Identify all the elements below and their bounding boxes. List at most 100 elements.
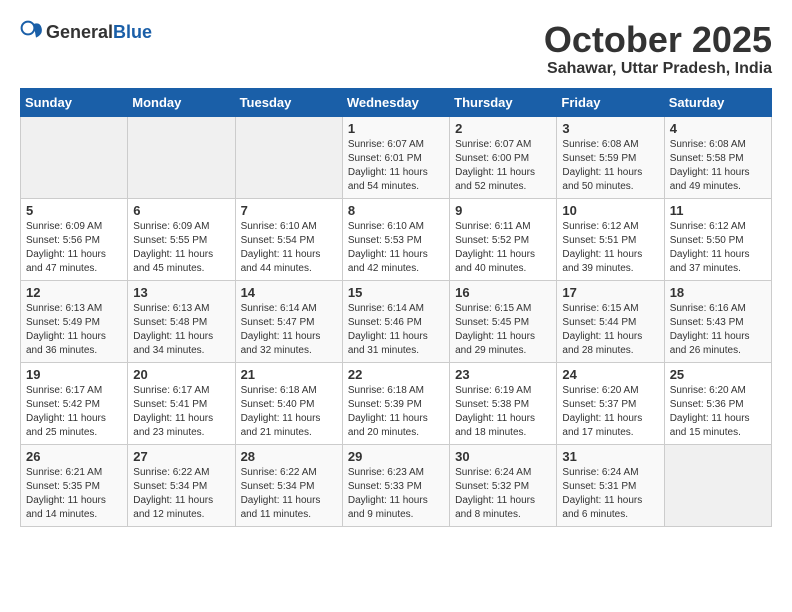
day-info: Sunrise: 6:14 AMSunset: 5:47 PMDaylight:… xyxy=(241,302,337,358)
calendar-cell: 3 Sunrise: 6:08 AMSunset: 5:59 PMDaylight… xyxy=(557,116,664,198)
day-number: 1 xyxy=(348,121,444,136)
weekday-header-friday: Friday xyxy=(557,88,664,116)
day-number: 26 xyxy=(26,449,122,464)
day-number: 30 xyxy=(455,449,551,464)
calendar-cell: 15 Sunrise: 6:14 AMSunset: 5:46 PMDayligh… xyxy=(342,280,449,362)
day-info: Sunrise: 6:18 AMSunset: 5:39 PMDaylight:… xyxy=(348,384,444,440)
day-number: 31 xyxy=(562,449,658,464)
weekday-header-wednesday: Wednesday xyxy=(342,88,449,116)
day-number: 19 xyxy=(26,367,122,382)
day-info: Sunrise: 6:07 AMSunset: 6:00 PMDaylight:… xyxy=(455,138,551,194)
calendar-cell xyxy=(128,116,235,198)
day-number: 29 xyxy=(348,449,444,464)
day-info: Sunrise: 6:22 AMSunset: 5:34 PMDaylight:… xyxy=(241,466,337,522)
calendar-cell: 8Sunrise: 6:10 AMSunset: 5:53 PMDaylight… xyxy=(342,198,449,280)
calendar-cell: 6 Sunrise: 6:09 AMSunset: 5:55 PMDaylight… xyxy=(128,198,235,280)
day-number: 20 xyxy=(133,367,229,382)
calendar-week-3: 12Sunrise: 6:13 AMSunset: 5:49 PMDayligh… xyxy=(21,280,772,362)
calendar-cell: 11 Sunrise: 6:12 AMSunset: 5:50 PMDayligh… xyxy=(664,198,771,280)
day-number: 10 xyxy=(562,203,658,218)
day-info: Sunrise: 6:18 AMSunset: 5:40 PMDaylight:… xyxy=(241,384,337,440)
day-info: Sunrise: 6:23 AMSunset: 5:33 PMDaylight:… xyxy=(348,466,444,522)
day-info: Sunrise: 6:17 AMSunset: 5:41 PMDaylight:… xyxy=(133,384,229,440)
day-number: 25 xyxy=(670,367,766,382)
calendar-cell: 5Sunrise: 6:09 AMSunset: 5:56 PMDaylight… xyxy=(21,198,128,280)
calendar-cell: 23 Sunrise: 6:19 AMSunset: 5:38 PMDayligh… xyxy=(450,362,557,444)
day-info: Sunrise: 6:19 AMSunset: 5:38 PMDaylight:… xyxy=(455,384,551,440)
calendar-cell: 13 Sunrise: 6:13 AMSunset: 5:48 PMDayligh… xyxy=(128,280,235,362)
weekday-header-saturday: Saturday xyxy=(664,88,771,116)
calendar-cell: 19 Sunrise: 6:17 AMSunset: 5:42 PMDayligh… xyxy=(21,362,128,444)
day-info: Sunrise: 6:20 AMSunset: 5:37 PMDaylight:… xyxy=(562,384,658,440)
day-number: 11 xyxy=(670,203,766,218)
page-header: GeneralBlue October 2025 Sahawar, Uttar … xyxy=(20,20,772,78)
day-info: Sunrise: 6:10 AMSunset: 5:54 PMDaylight:… xyxy=(241,220,337,276)
calendar-cell: 12Sunrise: 6:13 AMSunset: 5:49 PMDayligh… xyxy=(21,280,128,362)
weekday-header-sunday: Sunday xyxy=(21,88,128,116)
day-number: 24 xyxy=(562,367,658,382)
calendar-week-5: 26 Sunrise: 6:21 AMSunset: 5:35 PMDayligh… xyxy=(21,444,772,526)
day-info: Sunrise: 6:22 AMSunset: 5:34 PMDaylight:… xyxy=(133,466,229,522)
calendar-week-2: 5Sunrise: 6:09 AMSunset: 5:56 PMDaylight… xyxy=(21,198,772,280)
day-info: Sunrise: 6:08 AMSunset: 5:58 PMDaylight:… xyxy=(670,138,766,194)
day-number: 7 xyxy=(241,203,337,218)
day-info: Sunrise: 6:16 AMSunset: 5:43 PMDaylight:… xyxy=(670,302,766,358)
calendar-cell: 29 Sunrise: 6:23 AMSunset: 5:33 PMDayligh… xyxy=(342,444,449,526)
calendar-cell: 9Sunrise: 6:11 AMSunset: 5:52 PMDaylight… xyxy=(450,198,557,280)
calendar-cell: 4 Sunrise: 6:08 AMSunset: 5:58 PMDaylight… xyxy=(664,116,771,198)
calendar-cell: 26 Sunrise: 6:21 AMSunset: 5:35 PMDayligh… xyxy=(21,444,128,526)
day-number: 27 xyxy=(133,449,229,464)
day-number: 18 xyxy=(670,285,766,300)
calendar-cell: 28 Sunrise: 6:22 AMSunset: 5:34 PMDayligh… xyxy=(235,444,342,526)
calendar-table: SundayMondayTuesdayWednesdayThursdayFrid… xyxy=(20,88,772,527)
logo-text-general: General xyxy=(46,22,113,42)
calendar-cell: 16Sunrise: 6:15 AMSunset: 5:45 PMDayligh… xyxy=(450,280,557,362)
weekday-header-thursday: Thursday xyxy=(450,88,557,116)
calendar-cell: 22 Sunrise: 6:18 AMSunset: 5:39 PMDayligh… xyxy=(342,362,449,444)
day-number: 6 xyxy=(133,203,229,218)
calendar-cell: 18 Sunrise: 6:16 AMSunset: 5:43 PMDayligh… xyxy=(664,280,771,362)
day-info: Sunrise: 6:08 AMSunset: 5:59 PMDaylight:… xyxy=(562,138,658,194)
day-number: 23 xyxy=(455,367,551,382)
calendar-cell: 2Sunrise: 6:07 AMSunset: 6:00 PMDaylight… xyxy=(450,116,557,198)
location-title: Sahawar, Uttar Pradesh, India xyxy=(544,60,772,78)
day-info: Sunrise: 6:17 AMSunset: 5:42 PMDaylight:… xyxy=(26,384,122,440)
day-info: Sunrise: 6:14 AMSunset: 5:46 PMDaylight:… xyxy=(348,302,444,358)
day-number: 14 xyxy=(241,285,337,300)
day-info: Sunrise: 6:15 AMSunset: 5:45 PMDaylight:… xyxy=(455,302,551,358)
day-number: 17 xyxy=(562,285,658,300)
day-info: Sunrise: 6:21 AMSunset: 5:35 PMDaylight:… xyxy=(26,466,122,522)
day-info: Sunrise: 6:11 AMSunset: 5:52 PMDaylight:… xyxy=(455,220,551,276)
day-number: 22 xyxy=(348,367,444,382)
calendar-cell xyxy=(664,444,771,526)
day-info: Sunrise: 6:12 AMSunset: 5:51 PMDaylight:… xyxy=(562,220,658,276)
weekday-header-tuesday: Tuesday xyxy=(235,88,342,116)
calendar-cell: 31Sunrise: 6:24 AMSunset: 5:31 PMDayligh… xyxy=(557,444,664,526)
calendar-week-1: 1 Sunrise: 6:07 AMSunset: 6:01 PMDaylight… xyxy=(21,116,772,198)
day-info: Sunrise: 6:07 AMSunset: 6:01 PMDaylight:… xyxy=(348,138,444,194)
calendar-cell xyxy=(21,116,128,198)
logo: GeneralBlue xyxy=(20,20,152,44)
day-info: Sunrise: 6:20 AMSunset: 5:36 PMDaylight:… xyxy=(670,384,766,440)
calendar-cell: 17Sunrise: 6:15 AMSunset: 5:44 PMDayligh… xyxy=(557,280,664,362)
day-info: Sunrise: 6:13 AMSunset: 5:48 PMDaylight:… xyxy=(133,302,229,358)
day-number: 4 xyxy=(670,121,766,136)
day-number: 15 xyxy=(348,285,444,300)
day-number: 21 xyxy=(241,367,337,382)
calendar-cell: 25 Sunrise: 6:20 AMSunset: 5:36 PMDayligh… xyxy=(664,362,771,444)
day-number: 12 xyxy=(26,285,122,300)
day-info: Sunrise: 6:09 AMSunset: 5:55 PMDaylight:… xyxy=(133,220,229,276)
calendar-cell: 27 Sunrise: 6:22 AMSunset: 5:34 PMDayligh… xyxy=(128,444,235,526)
logo-text-blue: Blue xyxy=(113,22,152,42)
day-info: Sunrise: 6:12 AMSunset: 5:50 PMDaylight:… xyxy=(670,220,766,276)
logo-icon xyxy=(20,20,44,44)
title-block: October 2025 Sahawar, Uttar Pradesh, Ind… xyxy=(544,20,772,78)
day-info: Sunrise: 6:10 AMSunset: 5:53 PMDaylight:… xyxy=(348,220,444,276)
day-number: 13 xyxy=(133,285,229,300)
weekday-header-row: SundayMondayTuesdayWednesdayThursdayFrid… xyxy=(21,88,772,116)
month-title: October 2025 xyxy=(544,20,772,60)
day-number: 3 xyxy=(562,121,658,136)
calendar-cell: 7 Sunrise: 6:10 AMSunset: 5:54 PMDaylight… xyxy=(235,198,342,280)
calendar-cell: 30Sunrise: 6:24 AMSunset: 5:32 PMDayligh… xyxy=(450,444,557,526)
day-number: 28 xyxy=(241,449,337,464)
